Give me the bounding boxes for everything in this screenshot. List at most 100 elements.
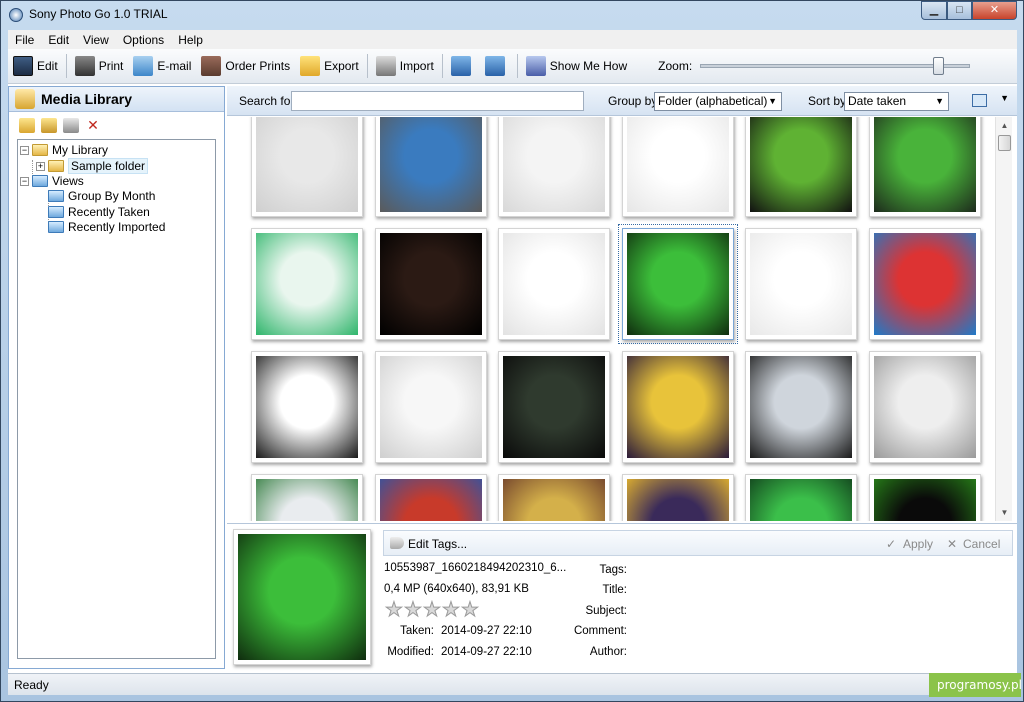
app-window: Sony Photo Go 1.0 TRIAL ▁ □ ✕ File Edit …	[0, 0, 1024, 702]
chevron-down-icon[interactable]: ▼	[1000, 93, 1009, 103]
collapse-toggle[interactable]: −	[20, 176, 29, 186]
thumbnail-console-white-2[interactable]	[498, 228, 610, 340]
new-folder-icon[interactable]	[19, 117, 35, 133]
edit-button[interactable]: Edit	[8, 52, 63, 80]
zoom-slider[interactable]	[700, 57, 971, 75]
scroll-up-icon[interactable]: ▲	[996, 117, 1013, 134]
thumbnail-white-controller[interactable]	[375, 351, 487, 463]
export-button[interactable]: Export	[295, 52, 364, 80]
thumbnail-comics-2[interactable]	[498, 474, 610, 521]
thumbnail-green-lights[interactable]	[869, 474, 981, 521]
scroll-down-icon[interactable]: ▼	[996, 504, 1013, 521]
menu-view[interactable]: View	[76, 33, 116, 47]
edit-photo-icon	[13, 56, 33, 76]
thumbnail-lanyard[interactable]	[745, 117, 857, 217]
thumbnail-webpage-console[interactable]	[622, 117, 734, 217]
thumbnail-xbox-logo-pixel[interactable]	[375, 117, 487, 217]
menu-file[interactable]: File	[8, 33, 41, 47]
menu-help[interactable]: Help	[171, 33, 210, 47]
file-name: 10553987_1660218494202310_6...	[384, 562, 567, 574]
print-icon	[74, 56, 95, 76]
tree-recently-imported[interactable]: Recently Imported	[48, 220, 165, 234]
expand-toggle[interactable]: +	[36, 161, 45, 171]
cancel-button[interactable]: Cancel	[963, 537, 1000, 551]
show-me-how-label: Show Me How	[549, 59, 628, 73]
star-icon[interactable]: ★	[461, 600, 480, 621]
import-button[interactable]: Import	[371, 52, 439, 80]
status-text: Ready	[14, 678, 49, 692]
thumbnail-stormtroopers[interactable]	[869, 351, 981, 463]
thumbnail-image	[256, 479, 358, 521]
media-library-icon	[15, 89, 35, 109]
show-me-how-button[interactable]: Show Me How	[521, 52, 632, 80]
menu-bar: File Edit View Options Help	[8, 30, 1017, 49]
order-prints-button[interactable]: Order Prints	[196, 52, 295, 80]
thumbnail-console-white-3[interactable]	[745, 228, 857, 340]
rating-stars[interactable]: ★ ★ ★ ★ ★	[385, 600, 480, 621]
tree-sample-folder-label: Sample folder	[68, 158, 149, 174]
tree-my-library[interactable]: − My Library	[20, 143, 108, 157]
edit-tags-button[interactable]: Edit Tags...	[408, 537, 467, 551]
rotate-left-button[interactable]	[446, 52, 480, 80]
library-tree: − My Library + Sample folder − Views Gro…	[17, 139, 216, 659]
tree-sample-folder[interactable]: + Sample folder	[36, 158, 149, 174]
thumbnail-joker[interactable]	[251, 474, 363, 521]
maximize-button[interactable]: □	[947, 1, 972, 20]
menu-edit[interactable]: Edit	[41, 33, 76, 47]
print-button[interactable]: Print	[70, 52, 129, 80]
star-icon[interactable]: ★	[385, 600, 404, 621]
thumbnail-console-white[interactable]	[498, 117, 610, 217]
thumbnail-comics[interactable]	[375, 474, 487, 521]
thumbnail-spiderman-figure[interactable]	[745, 351, 857, 463]
thumbnail-controller-mandala[interactable]	[251, 351, 363, 463]
scrollbar-thumb[interactable]	[998, 135, 1011, 151]
thumbnail-halo-cosplay[interactable]	[498, 351, 610, 463]
thumbnail-console-side[interactable]	[251, 117, 363, 217]
apply-button[interactable]: Apply	[903, 537, 933, 551]
collapse-toggle[interactable]: −	[20, 145, 29, 155]
star-icon[interactable]: ★	[423, 600, 442, 621]
folder-properties-icon[interactable]	[63, 117, 79, 133]
tree-recently-taken[interactable]: Recently Taken	[48, 205, 150, 219]
selected-preview	[233, 529, 371, 665]
order-prints-label: Order Prints	[225, 59, 291, 73]
app-icon	[9, 8, 23, 22]
delete-icon[interactable]: ✕	[85, 118, 101, 133]
thumbnail-image	[627, 479, 729, 521]
taken-value: 2014-09-27 22:10	[441, 625, 532, 637]
menu-options[interactable]: Options	[116, 33, 171, 47]
export-button-label: Export	[324, 59, 359, 73]
title-label: Title:	[602, 584, 628, 596]
help-wand-icon	[525, 56, 546, 76]
subject-label: Subject:	[585, 605, 627, 617]
star-icon[interactable]: ★	[442, 600, 461, 621]
tree-group-by-month[interactable]: Group By Month	[48, 189, 155, 203]
thumbnail-green-case[interactable]	[251, 228, 363, 340]
thumbnail-toys[interactable]	[622, 474, 734, 521]
import-button-label: Import	[399, 59, 434, 73]
search-input[interactable]	[291, 91, 584, 111]
sort-by-select[interactable]: Date taken ▼	[844, 92, 949, 111]
group-by-select[interactable]: Folder (alphabetical) ▼	[654, 92, 782, 111]
close-button[interactable]: ✕	[972, 1, 1017, 20]
thumbnail-master-chief[interactable]	[869, 117, 981, 217]
thumbnail-controller-hands[interactable]	[618, 224, 738, 344]
zoom-slider-thumb[interactable]	[933, 57, 945, 75]
minimize-button[interactable]: ▁	[921, 1, 947, 20]
view-mode-icon[interactable]	[972, 94, 987, 107]
thumbnail-racing-booth[interactable]	[622, 351, 734, 463]
thumbnail-image	[380, 117, 482, 212]
thumbnail-controller-grid[interactable]	[869, 228, 981, 340]
thumbnail-image	[503, 479, 605, 521]
tree-views[interactable]: − Views	[20, 174, 84, 188]
star-icon[interactable]: ★	[404, 600, 423, 621]
email-button[interactable]: E-mail	[128, 52, 196, 80]
add-folder-icon[interactable]	[41, 117, 57, 133]
media-library-panel: Media Library ✕ − My Library + Sample fo…	[8, 86, 225, 669]
thumbnail-xbox-booth[interactable]	[745, 474, 857, 521]
window-controls: ▁ □ ✕	[921, 1, 1017, 20]
rotate-right-button[interactable]	[480, 52, 514, 80]
toolbar-separator	[516, 54, 518, 78]
thumbnail-football[interactable]	[375, 228, 487, 340]
grid-scrollbar[interactable]: ▲ ▼	[995, 117, 1012, 521]
